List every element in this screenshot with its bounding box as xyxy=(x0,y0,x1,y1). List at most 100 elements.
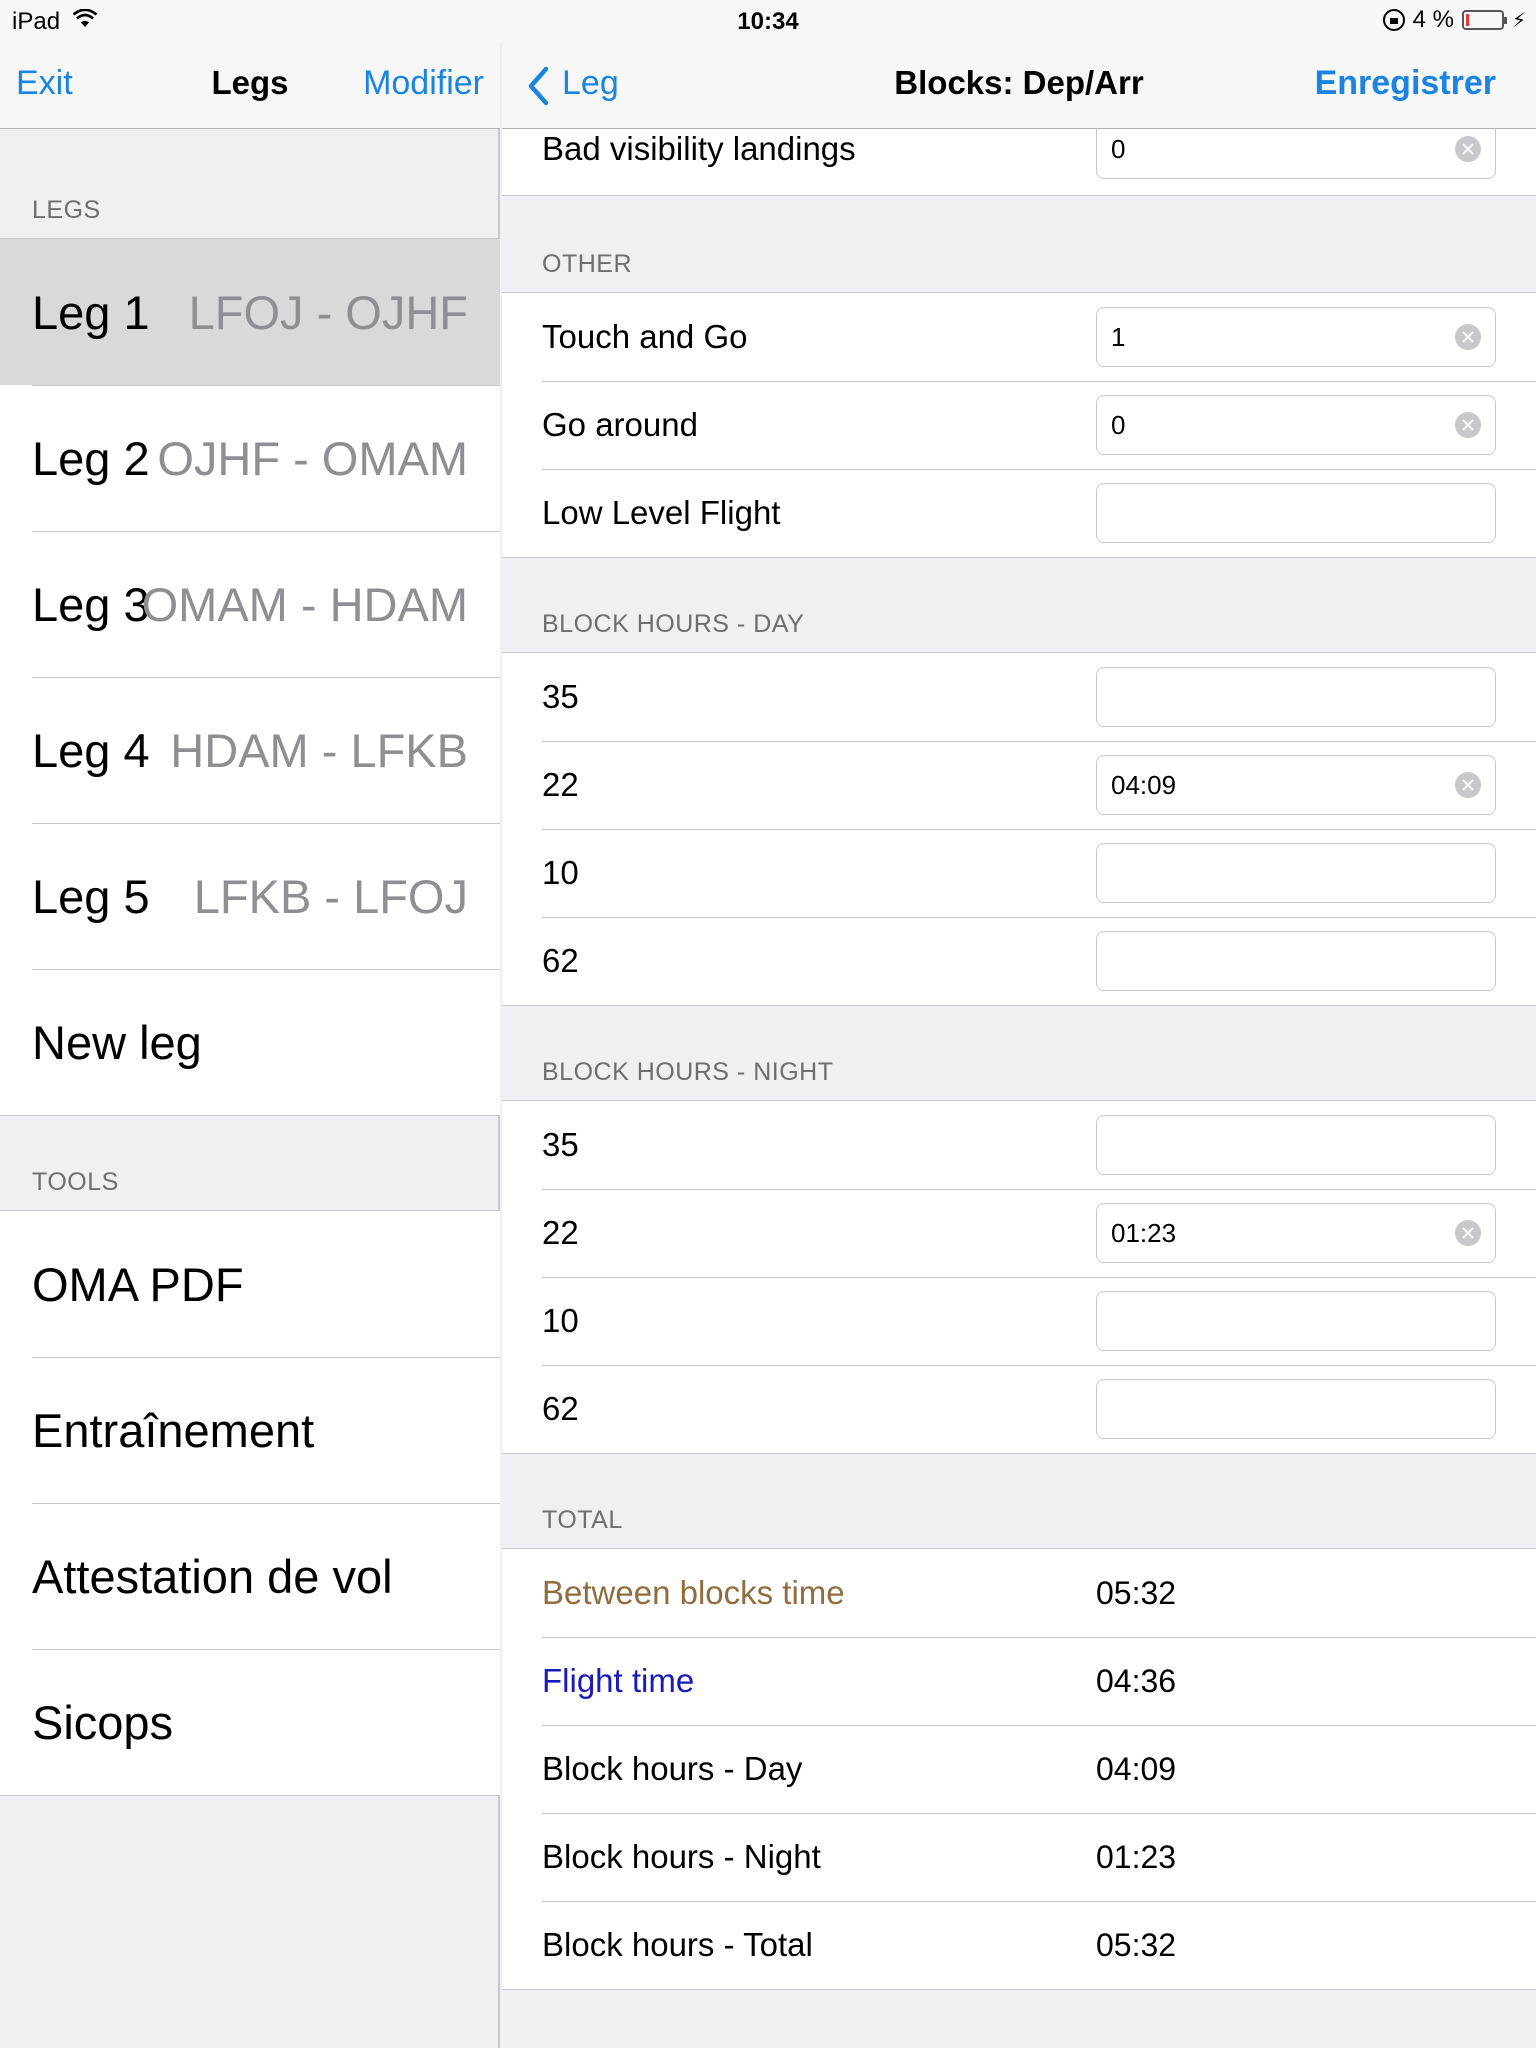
day-field-35[interactable] xyxy=(1096,667,1496,727)
row-label: Go around xyxy=(542,406,698,443)
row-label: 22 xyxy=(542,1214,579,1251)
row-label: 10 xyxy=(542,1302,579,1339)
tool-oma-pdf[interactable]: OMA PDF xyxy=(0,1211,500,1357)
leg-name: Leg 5 xyxy=(32,869,150,923)
leg-name: Leg 1 xyxy=(32,285,150,339)
field-value: 0 xyxy=(1111,410,1126,440)
day-row-10: 10 xyxy=(502,829,1536,917)
master-navbar: Legs Exit Modifier xyxy=(0,42,500,129)
night-field-22[interactable]: 01:23 xyxy=(1096,1203,1496,1263)
leg-item[interactable]: Leg 1 LFOJ - OJHF xyxy=(0,239,500,385)
night-field-62[interactable] xyxy=(1096,1379,1496,1439)
back-button[interactable]: Leg xyxy=(562,64,619,103)
tool-attestation[interactable]: Attestation de vol xyxy=(0,1503,500,1649)
enregistrer-button[interactable]: Enregistrer xyxy=(1315,64,1496,103)
field-value: 04:09 xyxy=(1111,770,1177,800)
leg-item[interactable]: Leg 4 HDAM - LFKB xyxy=(0,677,500,823)
tool-sicops[interactable]: Sicops xyxy=(0,1649,500,1795)
row-value: 05:32 xyxy=(1096,1927,1177,1963)
night-row-35: 35 xyxy=(502,1101,1536,1189)
day-row-22: 22 04:09 xyxy=(502,741,1536,829)
go-around-row: Go around 0 xyxy=(502,381,1536,469)
clear-icon[interactable] xyxy=(1455,412,1481,438)
status-bar: iPad 10:34 4 % ⚡ xyxy=(0,0,1536,42)
modifier-button[interactable]: Modifier xyxy=(363,64,484,103)
row-label: 62 xyxy=(542,1390,579,1427)
legs-section-header: LEGS xyxy=(32,196,101,224)
block-hours-day-group: 35 22 04:09 10 62 xyxy=(502,652,1536,1006)
master-pane: Legs Exit Modifier LEGS Leg 1 LFOJ - OJH… xyxy=(0,0,500,2048)
leg-item[interactable]: Leg 5 LFKB - LFOJ xyxy=(0,823,500,969)
row-label: 35 xyxy=(542,678,579,715)
day-section-header: BLOCK HOURS - DAY xyxy=(542,610,805,638)
touch-and-go-row: Touch and Go 1 xyxy=(502,293,1536,381)
charging-icon: ⚡ xyxy=(1511,9,1526,32)
clear-icon[interactable] xyxy=(1455,136,1481,162)
row-label: Low Level Flight xyxy=(542,494,781,531)
leg-route: OJHF - OMAM xyxy=(157,431,468,485)
total-row: Block hours - Total 05:32 xyxy=(502,1901,1536,1989)
total-row: Block hours - Day 04:09 xyxy=(502,1725,1536,1813)
leg-name: Leg 4 xyxy=(32,723,150,777)
tool-label: OMA PDF xyxy=(32,1257,244,1311)
row-label: Block hours - Night xyxy=(542,1838,821,1875)
tool-label: Entraînement xyxy=(32,1403,315,1457)
detail-navbar: Blocks: Dep/Arr Leg Enregistrer xyxy=(502,42,1536,129)
row-label: 10 xyxy=(542,854,579,891)
leg-route: LFOJ - OJHF xyxy=(188,285,468,339)
row-label: Block hours - Total xyxy=(542,1926,813,1963)
total-row: Block hours - Night 01:23 xyxy=(502,1813,1536,1901)
night-field-10[interactable] xyxy=(1096,1291,1496,1351)
clock: 10:34 xyxy=(737,8,799,35)
battery-icon xyxy=(1461,10,1507,30)
between-blocks-value: 05:32 xyxy=(1096,1575,1177,1611)
new-leg-item[interactable]: New leg xyxy=(0,969,500,1115)
tool-label: Attestation de vol xyxy=(32,1549,393,1603)
leg-item[interactable]: Leg 2 OJHF - OMAM xyxy=(0,385,500,531)
clear-icon[interactable] xyxy=(1455,1220,1481,1246)
flight-time-label: Flight time xyxy=(542,1662,695,1699)
total-row: Flight time 04:36 xyxy=(502,1637,1536,1725)
day-field-62[interactable] xyxy=(1096,931,1496,991)
day-field-22[interactable]: 04:09 xyxy=(1096,755,1496,815)
night-section-header: BLOCK HOURS - NIGHT xyxy=(542,1058,834,1086)
low-level-flight-field[interactable] xyxy=(1096,483,1496,543)
row-label: Touch and Go xyxy=(542,318,748,355)
other-group: Touch and Go 1 Go around 0 Low Level Fli… xyxy=(502,292,1536,558)
battery-percent: 4 % xyxy=(1412,6,1454,33)
night-row-62: 62 xyxy=(502,1365,1536,1453)
total-row: Between blocks time 05:32 xyxy=(502,1549,1536,1637)
tools-list: OMA PDF Entraînement Attestation de vol … xyxy=(0,1210,500,1796)
leg-name: Leg 2 xyxy=(32,431,150,485)
leg-route: LFKB - LFOJ xyxy=(193,869,468,923)
leg-name: Leg 3 xyxy=(32,577,150,631)
leg-route: OMAM - HDAM xyxy=(141,577,468,631)
touch-and-go-field[interactable]: 1 xyxy=(1096,307,1496,367)
other-section-header: OTHER xyxy=(542,250,632,278)
field-value: 01:23 xyxy=(1111,1218,1177,1248)
night-row-10: 10 xyxy=(502,1277,1536,1365)
day-field-10[interactable] xyxy=(1096,843,1496,903)
field-value: 1 xyxy=(1111,322,1126,352)
row-label: 35 xyxy=(542,1126,579,1163)
between-blocks-label: Between blocks time xyxy=(542,1574,845,1611)
block-hours-night-group: 35 22 01:23 10 62 xyxy=(502,1100,1536,1454)
night-row-22: 22 01:23 xyxy=(502,1189,1536,1277)
day-row-62: 62 xyxy=(502,917,1536,1005)
total-group: Between blocks time 05:32 Flight time 04… xyxy=(502,1548,1536,1990)
detail-pane: Bad visibility landings 0 OTHER Touch an… xyxy=(502,0,1536,2048)
leg-item[interactable]: Leg 3 OMAM - HDAM xyxy=(0,531,500,677)
row-label: 62 xyxy=(542,942,579,979)
tool-entrainement[interactable]: Entraînement xyxy=(0,1357,500,1503)
go-around-field[interactable]: 0 xyxy=(1096,395,1496,455)
orientation-lock-icon xyxy=(1382,9,1405,31)
row-label: Block hours - Day xyxy=(542,1750,803,1787)
tool-label: Sicops xyxy=(32,1695,174,1749)
exit-button[interactable]: Exit xyxy=(16,64,73,103)
low-level-flight-row: Low Level Flight xyxy=(502,469,1536,557)
night-field-35[interactable] xyxy=(1096,1115,1496,1175)
clear-icon[interactable] xyxy=(1455,324,1481,350)
row-value: 04:09 xyxy=(1096,1751,1177,1787)
tools-section-header: TOOLS xyxy=(32,1168,119,1196)
clear-icon[interactable] xyxy=(1455,772,1481,798)
